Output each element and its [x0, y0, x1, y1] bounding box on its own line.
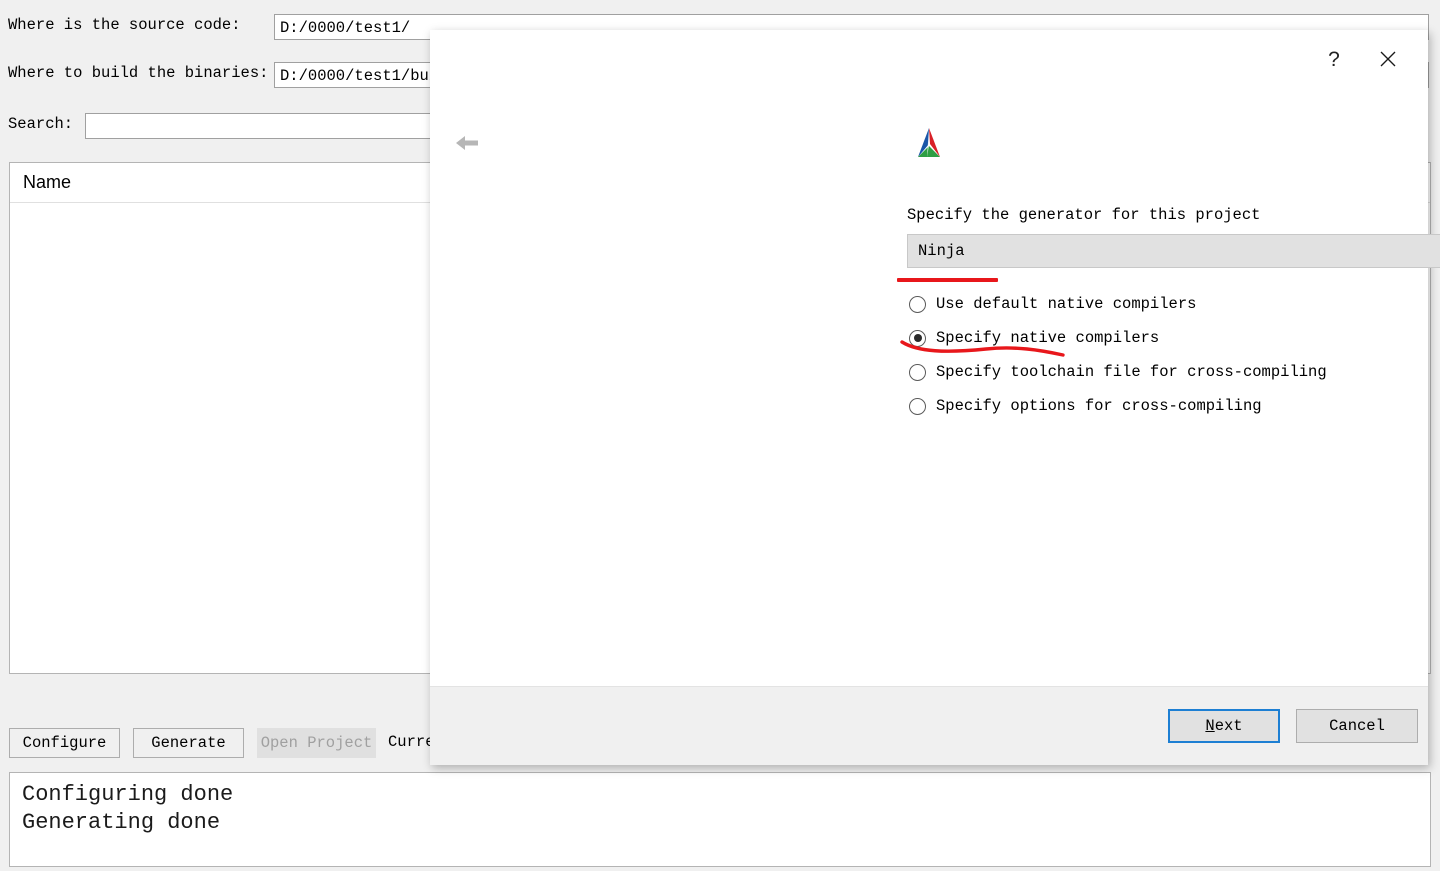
cancel-button[interactable]: Cancel — [1296, 709, 1418, 743]
radio-indicator — [909, 397, 926, 415]
configure-button[interactable]: Configure — [9, 728, 120, 758]
cmake-setup-dialog: ? Specify the generator for this project… — [430, 30, 1440, 765]
annotation-underline-generator — [897, 278, 998, 282]
question-mark-icon: ? — [1328, 47, 1340, 71]
generator-prompt-label: Specify the generator for this project — [907, 206, 1261, 224]
radio-label: Specify toolchain file for cross-compili… — [936, 363, 1327, 381]
source-code-label: Where is the source code: — [8, 16, 241, 34]
back-button[interactable] — [450, 126, 484, 160]
radio-specify-cross-compiling-options[interactable]: Specify options for cross-compiling — [909, 394, 1262, 418]
help-button[interactable]: ? — [1310, 30, 1358, 88]
generate-button[interactable]: Generate — [133, 728, 244, 758]
close-button[interactable] — [1364, 30, 1412, 88]
back-arrow-icon — [456, 136, 478, 150]
radio-label: Specify options for cross-compiling — [936, 397, 1262, 415]
generator-select[interactable]: Ninja — [907, 234, 1440, 268]
next-button[interactable]: Next — [1168, 709, 1280, 743]
cmake-logo-icon — [918, 128, 940, 157]
next-button-mnemonic: N — [1205, 717, 1215, 735]
radio-indicator — [909, 363, 926, 381]
dialog-titlebar: ? — [430, 30, 1428, 88]
dialog-footer: Next Cancel — [430, 686, 1428, 765]
radio-label: Use default native compilers — [936, 295, 1197, 313]
open-project-button: Open Project — [257, 728, 376, 758]
cache-column-name: Name — [23, 172, 72, 192]
output-log-panel: Configuring done Generating done — [9, 772, 1431, 867]
radio-use-default-native-compilers[interactable]: Use default native compilers — [909, 292, 1196, 316]
radio-indicator — [909, 295, 926, 313]
cmake-logo — [914, 126, 944, 160]
radio-specify-toolchain-file[interactable]: Specify toolchain file for cross-compili… — [909, 360, 1327, 384]
current-generator-label: Curre — [388, 733, 435, 751]
generator-select-value: Ninja — [918, 242, 965, 260]
next-button-label: ext — [1214, 717, 1243, 735]
annotation-squiggle-native-compilers — [900, 336, 1065, 358]
search-label: Search: — [8, 115, 74, 133]
build-binaries-label: Where to build the binaries: — [8, 64, 269, 82]
close-icon — [1380, 51, 1396, 67]
